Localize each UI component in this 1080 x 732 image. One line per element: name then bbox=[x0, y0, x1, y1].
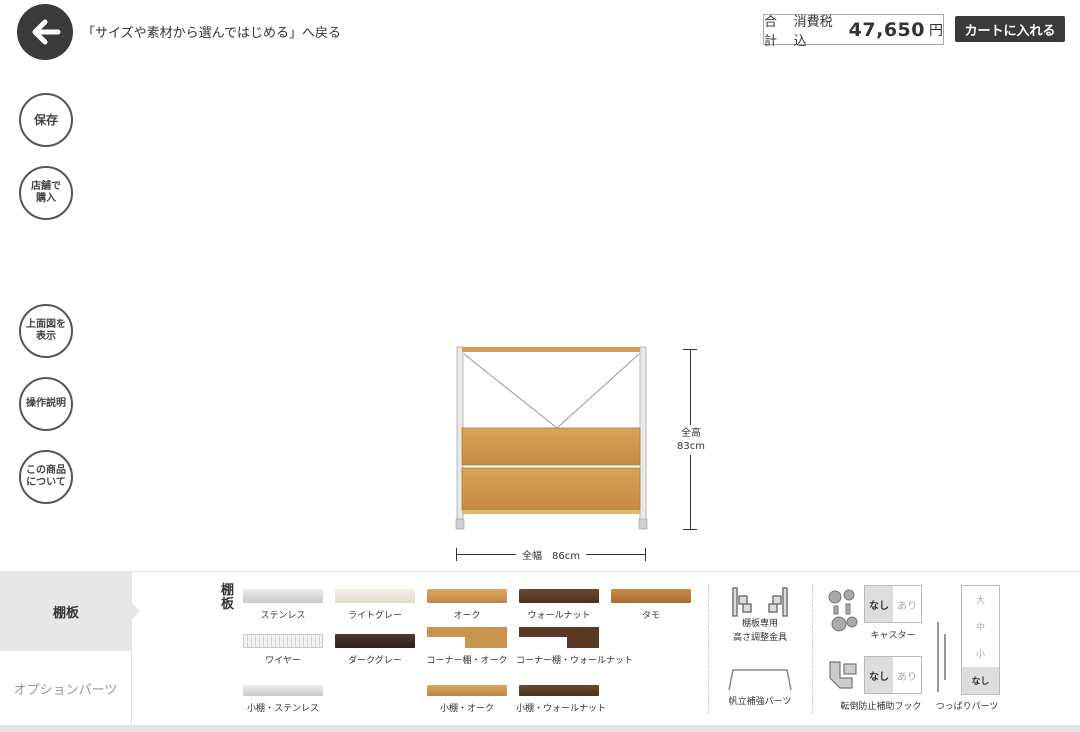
tension-size-medium[interactable]: 中 bbox=[962, 613, 999, 640]
caster-yes-option[interactable]: あり bbox=[893, 586, 921, 622]
shelf-option-walnut[interactable]: ウォールナット bbox=[516, 589, 602, 621]
height-value: 83cm bbox=[677, 441, 705, 452]
shelf-option-dark-gray[interactable]: ダークグレー bbox=[332, 634, 418, 666]
shelf-option-small-oak[interactable]: 小棚・オーク bbox=[424, 685, 510, 714]
separator bbox=[708, 584, 709, 714]
active-tab-pointer bbox=[132, 603, 140, 619]
back-link-text[interactable]: 「サイズや素材から選んではじめる」へ戻る bbox=[82, 22, 341, 41]
caster-label: キャスター bbox=[870, 631, 916, 641]
store-purchase-button[interactable]: 店舗で 購入 bbox=[19, 166, 73, 220]
shelf-unit-preview bbox=[455, 346, 648, 530]
anti-tip-yes-option[interactable]: あり bbox=[893, 657, 921, 693]
shelf-option-small-stainless[interactable]: 小棚・ステンレス bbox=[240, 685, 326, 714]
tension-pole-icon bbox=[937, 622, 946, 692]
arrow-left-icon bbox=[32, 19, 61, 45]
tab-option-parts[interactable]: オプションパーツ bbox=[0, 651, 132, 725]
shelf-option-wire[interactable]: ワイヤー bbox=[240, 634, 326, 666]
instructions-button[interactable]: 操作説明 bbox=[19, 377, 73, 431]
save-button[interactable]: 保存 bbox=[19, 93, 73, 147]
tab-shelf[interactable]: 棚板 bbox=[0, 572, 132, 651]
anti-tip-label: 転倒防止補助フック bbox=[840, 702, 922, 712]
config-panel: 棚板 オプションパーツ 棚板 ステンレス ライトグレー オーク ウォールナット … bbox=[0, 571, 1080, 732]
total-price: 47,650 bbox=[848, 18, 925, 41]
about-product-button[interactable]: この商品 について bbox=[19, 450, 73, 504]
add-to-cart-button[interactable]: カートに入れる bbox=[955, 16, 1065, 42]
shelf-option-corner-oak[interactable]: コーナー棚・オーク bbox=[424, 627, 510, 666]
total-price-box: 合計 消費税込 47,650 円 bbox=[763, 14, 944, 49]
shelf-section-title: 棚板 bbox=[221, 583, 235, 612]
reinforce-bar-icon bbox=[728, 669, 792, 691]
width-label: 全幅 86cm bbox=[516, 547, 586, 562]
shelf-option-small-walnut[interactable]: 小棚・ウォールナット bbox=[516, 685, 606, 714]
anti-tip-hook-icon bbox=[829, 661, 857, 689]
shelf-option-tamo[interactable]: タモ bbox=[608, 589, 694, 621]
height-dimension: 全高 83cm bbox=[676, 349, 706, 530]
sail-reinforce-label: 帆立補強パーツ bbox=[728, 697, 792, 707]
tax-label: 消費税込 bbox=[793, 14, 833, 49]
caster-toggle: なし あり bbox=[864, 585, 922, 623]
height-adjust-bracket-option[interactable]: 棚板専用 高さ調整金具 bbox=[722, 586, 798, 645]
sail-reinforce-option[interactable]: 帆立補強パーツ bbox=[720, 666, 800, 707]
separator bbox=[812, 584, 813, 714]
shelf-option-light-gray[interactable]: ライトグレー bbox=[332, 589, 418, 621]
height-adjust-label: 棚板専用 高さ調整金具 bbox=[732, 619, 787, 643]
tension-size-toggle: 大 中 小 なし bbox=[961, 585, 1000, 695]
anti-tip-none-option[interactable]: なし bbox=[865, 657, 893, 693]
caster-none-option[interactable]: なし bbox=[865, 586, 893, 622]
tension-size-none[interactable]: なし bbox=[962, 667, 999, 694]
tension-size-large[interactable]: 大 bbox=[962, 586, 999, 613]
tension-size-small[interactable]: 小 bbox=[962, 640, 999, 667]
currency-label: 円 bbox=[929, 22, 943, 39]
bracket-icon bbox=[732, 587, 788, 617]
anti-tip-toggle: なし あり bbox=[864, 656, 922, 694]
top-view-button[interactable]: 上面図を 表示 bbox=[19, 304, 73, 358]
shelf-option-stainless[interactable]: ステンレス bbox=[240, 589, 326, 621]
caster-icon bbox=[828, 589, 858, 632]
back-button[interactable] bbox=[17, 4, 73, 60]
tension-label: つっぱりパーツ bbox=[935, 702, 999, 712]
bottom-bar bbox=[0, 725, 1080, 732]
shelf-option-oak[interactable]: オーク bbox=[424, 589, 510, 621]
shelf-option-corner-walnut[interactable]: コーナー棚・ウォールナット bbox=[516, 627, 633, 666]
total-label: 合計 bbox=[764, 14, 778, 49]
width-dimension: 全幅 86cm bbox=[456, 546, 646, 564]
height-label: 全高 bbox=[681, 428, 701, 439]
